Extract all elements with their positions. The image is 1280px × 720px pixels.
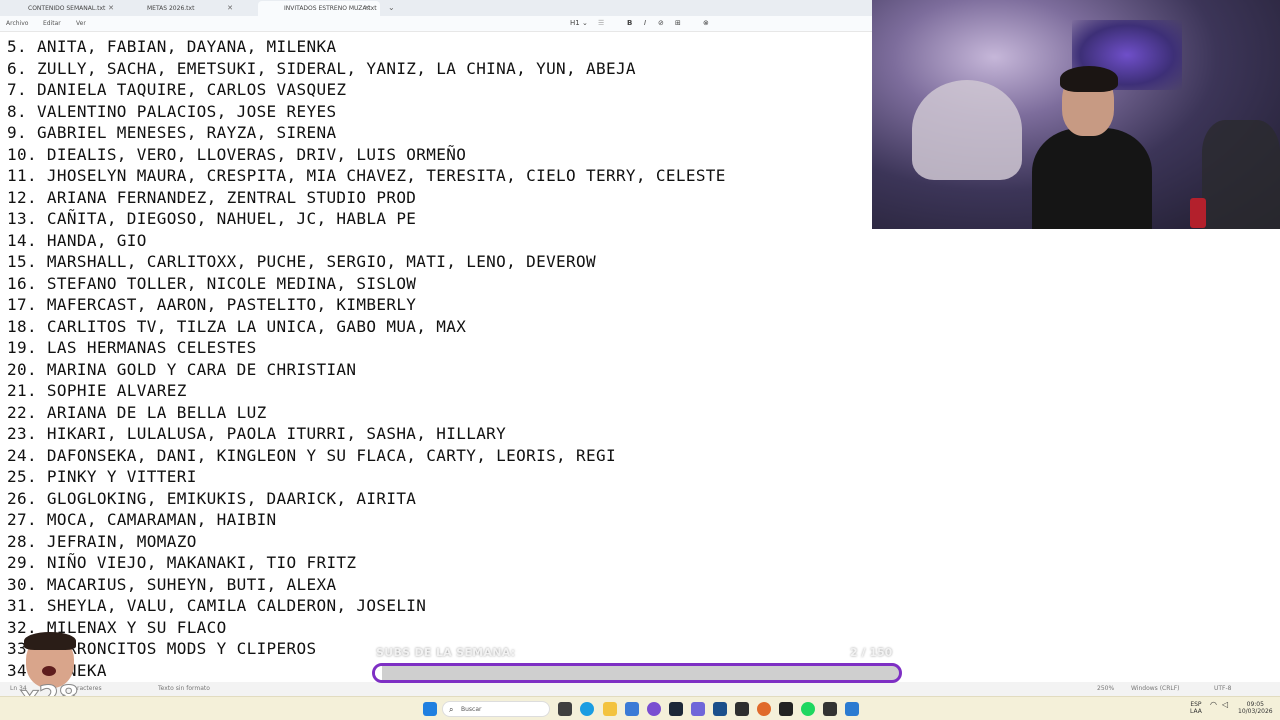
text-line: 12. ARIANA FERNANDEZ, ZENTRAL STUDIO PRO… (7, 188, 417, 207)
tab-metas[interactable]: METAS 2026.txt ✕ (121, 1, 243, 16)
italic-button[interactable]: I (644, 19, 646, 27)
link-icon[interactable]: ⊘ (658, 19, 664, 27)
file-explorer-icon[interactable] (603, 702, 617, 716)
subs-count: 2 / 150 (850, 646, 893, 659)
text-line: 21. SOPHIE ALVAREZ (7, 381, 187, 400)
tab-contenido-semanal[interactable]: CONTENIDO SEMANAL.txt ✕ (2, 1, 124, 16)
clear-format-icon[interactable]: ⊗ (703, 19, 709, 27)
notepad-icon[interactable] (845, 702, 859, 716)
heading-button[interactable]: H1 (570, 19, 580, 27)
edge-icon[interactable] (580, 702, 594, 716)
close-icon[interactable]: ✕ (364, 4, 370, 12)
wifi-icon[interactable]: ◠ (1210, 701, 1217, 709)
text-line: 15. MARSHALL, CARLITOXX, PUCHE, SERGIO, … (7, 252, 596, 271)
search-icon: ⌕ (449, 705, 454, 714)
text-line: 6. ZULLY, SACHA, EMETSUKI, SIDERAL, YANI… (7, 59, 636, 78)
hair (1060, 66, 1118, 92)
text-line: 20. MARINA GOLD Y CARA DE CHRISTIAN (7, 360, 357, 379)
text-line: 14. HANDA, GIO (7, 231, 147, 250)
task-view-icon[interactable] (558, 702, 572, 716)
menu-ver[interactable]: Ver (76, 20, 86, 27)
lang-code: ESP (1190, 701, 1202, 708)
webcam-overlay (872, 0, 1280, 229)
sticker-mouth (42, 666, 56, 676)
clock[interactable]: 09:05 10/03/2026 (1238, 701, 1273, 715)
text-line: 23. HIKARI, LULALUSA, PAOLA ITURRI, SASH… (7, 424, 507, 443)
text-line: 7. DANIELA TAQUIRE, CARLOS VASQUEZ (7, 80, 347, 99)
menu-editar[interactable]: Editar (43, 20, 61, 27)
list-icon[interactable]: ☰ (598, 19, 604, 27)
text-line: 25. PINKY Y VITTERI (7, 467, 197, 486)
menu-archivo[interactable]: Archivo (6, 20, 28, 27)
search-placeholder: Buscar (461, 706, 482, 713)
text-line: 18. CARLITOS TV, TILZA LA UNICA, GABO MU… (7, 317, 467, 336)
spotify-icon[interactable] (801, 702, 815, 716)
table-icon[interactable]: ⊞ (675, 19, 681, 27)
steam-icon[interactable] (669, 702, 683, 716)
streamer (1032, 66, 1152, 229)
bold-button[interactable]: B (627, 19, 632, 27)
app-icon[interactable] (713, 702, 727, 716)
app-icon[interactable] (691, 702, 705, 716)
text-line: 8. VALENTINO PALACIOS, JOSE REYES (7, 102, 337, 121)
torso (1032, 128, 1152, 229)
text-line: 11. JHOSELYN MAURA, CRESPITA, MIA CHAVEZ… (7, 166, 726, 185)
volume-icon[interactable]: ◁ (1222, 701, 1228, 709)
text-format: Texto sin formato (158, 685, 210, 692)
keyboard-language[interactable]: ESP LAA (1190, 701, 1202, 715)
encoding: UTF-8 (1214, 685, 1232, 692)
text-line: 17. MAFERCAST, AARON, PASTELITO, KIMBERL… (7, 295, 417, 314)
zoom-level[interactable]: 250% (1097, 685, 1114, 692)
terminal-icon[interactable] (823, 702, 837, 716)
text-line: 9. GABRIEL MENESES, RAYZA, SIRENA (7, 123, 337, 142)
close-icon[interactable]: ✕ (227, 4, 233, 12)
text-line: 22. ARIANA DE LA BELLA LUZ (7, 403, 267, 422)
app-icon[interactable] (757, 702, 771, 716)
text-line: 10. DIEALIS, VERO, LLOVERAS, DRIV, LUIS … (7, 145, 467, 164)
subs-progress-fill (375, 666, 382, 680)
tab-label: CONTENIDO SEMANAL.txt (28, 5, 106, 12)
store-icon[interactable] (625, 702, 639, 716)
text-line: 24. DAFONSEKA, DANI, KINGLEON Y SU FLACA… (7, 446, 616, 465)
text-line: 26. GLOGLOKING, EMIKUKIS, DAARICK, AIRIT… (7, 489, 417, 508)
text-line: 19. LAS HERMANAS CELESTES (7, 338, 257, 357)
gaming-chair (1202, 120, 1280, 229)
app-icon[interactable] (647, 702, 661, 716)
tab-invitados[interactable]: INVITADOS ESTRENO MUZA.txt ✕ (258, 1, 380, 16)
status-bar: Ln 34 caracteres Texto sin formato 250% … (0, 682, 1280, 696)
text-line: 5. ANITA, FABIAN, DAYANA, MILENKA (7, 37, 337, 56)
cup (1190, 198, 1206, 228)
app-icon[interactable] (735, 702, 749, 716)
time: 09:05 (1246, 701, 1264, 708)
tab-label: INVITADOS ESTRENO MUZA.txt (284, 5, 377, 12)
subs-label: SUBS DE LA SEMANA: (376, 646, 516, 659)
text-line: 30. MACARIUS, SUHEYN, BUTI, ALEXA (7, 575, 337, 594)
round-chair (912, 80, 1022, 180)
text-line: 28. JEFRAIN, MOMAZO (7, 532, 197, 551)
app-icon[interactable] (779, 702, 793, 716)
date: 10/03/2026 (1238, 708, 1273, 715)
text-line: 13. CAÑITA, DIEGOSO, NAHUEL, JC, HABLA P… (7, 209, 417, 228)
subs-progress-bar (372, 663, 902, 683)
chevron-down-icon[interactable]: ⌄ (582, 19, 588, 27)
line-ending: Windows (CRLF) (1131, 685, 1180, 692)
windows-start-icon[interactable] (423, 702, 437, 716)
taskbar-search[interactable]: ⌕ Buscar (442, 701, 550, 717)
taskbar: ⌕ Buscar ESP LAA ◠ ◁ 09:05 10/03/2026 (0, 696, 1280, 720)
text-line: 27. MOCA, CAMARAMAN, HAIBIN (7, 510, 277, 529)
text-line: 31. SHEYLA, VALU, CAMILA CALDERON, JOSEL… (7, 596, 427, 615)
text-line: 29. NIÑO VIEJO, MAKANAKI, TIO FRITZ (7, 553, 357, 572)
text-line: 16. STEFANO TOLLER, NICOLE MEDINA, SISLO… (7, 274, 417, 293)
region-code: LAA (1190, 708, 1202, 715)
sticker-hair (24, 632, 76, 650)
chevron-down-icon[interactable]: ⌄ (388, 3, 395, 12)
close-icon[interactable]: ✕ (108, 4, 114, 12)
tab-label: METAS 2026.txt (147, 5, 195, 12)
